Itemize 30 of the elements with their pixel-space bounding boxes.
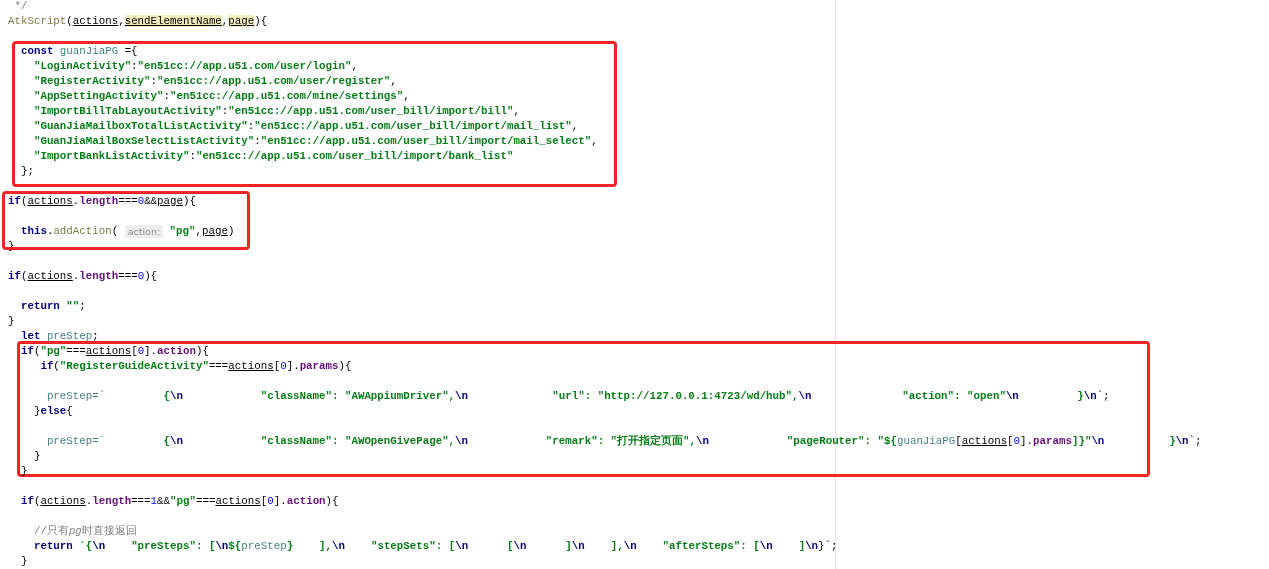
code-line: "ImportBillTabLayoutActivity":"en51cc://app.u51.com/user_bill/import/bill", xyxy=(32,105,520,117)
code-line: if(actions.length===0){ xyxy=(8,270,158,282)
code-line: preStep=` {\n "className": "AWOpenGivePage",\n "remark": "打开指定页面",\n "pageRouter": "${guanJiaPG[actions[0].params]}"\n }\n`; xyxy=(45,435,1202,447)
code-line: if(actions.length===1&&"pg"===actions[0].action){ xyxy=(19,495,339,507)
code-line: const guanJiaPG ={ xyxy=(19,45,138,57)
code-line: if("pg"===actions[0].action){ xyxy=(19,345,209,357)
code-line: this.addAction( xyxy=(19,225,120,237)
code-line: return ""; xyxy=(19,300,86,312)
code-line: "GuanJiaMailboxTotalListActivity":"en51cc://app.u51.com/user_bill/import/mail_list", xyxy=(32,120,579,132)
code-line: let preStep; xyxy=(19,330,99,342)
code-line: } xyxy=(32,450,41,462)
code-line: if("RegisterGuideActivity"===actions[0].params){ xyxy=(39,360,352,372)
code-line: "pg",page) xyxy=(168,225,235,237)
code-line: preStep=` {\n "className": "AWAppiumDriver",\n "url": "http://127.0.0.1:4723/wd/hub",\n "action": "open"\n }\n`; xyxy=(45,390,1110,402)
code-line: }; xyxy=(19,165,34,177)
code-line: "GuanJiaMailBoxSelectListActivity":"en51cc://app.u51.com/user_bill/import/mail_select", xyxy=(32,135,598,147)
code-line: //只有pg时直接返回 xyxy=(32,525,137,537)
code-line: } xyxy=(19,555,28,567)
code-line: "LoginActivity":"en51cc://app.u51.com/user/login", xyxy=(32,60,358,72)
code-line: "RegisterActivity":"en51cc://app.u51.com/user/register", xyxy=(32,75,397,87)
code-line: } xyxy=(8,315,15,327)
code-line: "AppSettingActivity":"en51cc://app.u51.com/mine/settings", xyxy=(32,90,410,102)
code-line: "ImportBankListActivity":"en51cc://app.u51.com/user_bill/import/bank_list" xyxy=(32,150,514,162)
parameter-hint: action: xyxy=(124,224,164,238)
code-line: AtkScript(actions,sendElementName,page){ xyxy=(8,15,268,27)
code-line: */ xyxy=(13,0,28,12)
code-line: }else{ xyxy=(32,405,73,417)
code-line: } xyxy=(19,465,28,477)
code-line: if(actions.length===0&&page){ xyxy=(8,195,196,207)
code-line: return `{\n "preSteps": [\n${preStep} ],\n "stepSets": [\n [\n ]\n ],\n "afterSteps": [\n ]\n}`; xyxy=(32,540,838,552)
